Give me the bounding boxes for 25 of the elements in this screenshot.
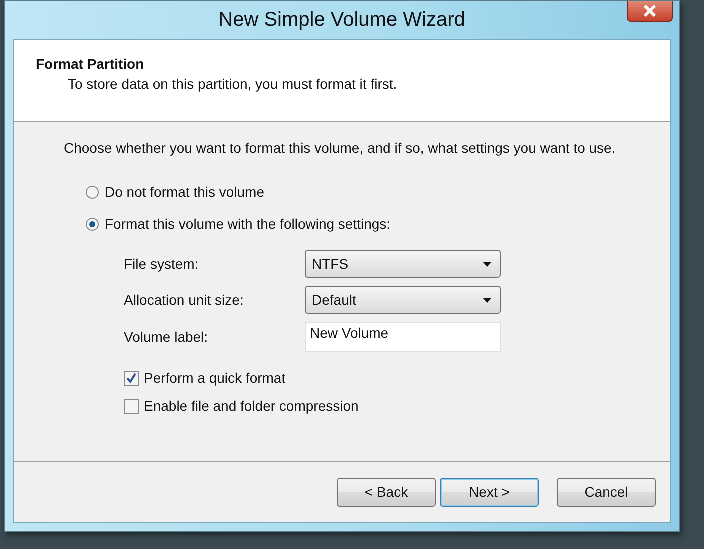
dropdown-arrow-icon	[483, 262, 492, 266]
radio-option[interactable]: Format this volume with the following settings:	[86, 216, 391, 232]
dropdown-arrow-icon	[483, 298, 492, 302]
wizard-button[interactable]: < Back	[337, 478, 436, 506]
window-title: New Simple Volume Wizard	[218, 8, 466, 32]
dropdown[interactable]: NTFS	[305, 250, 501, 278]
wizard-button[interactable]: Cancel	[557, 478, 656, 506]
checkbox-icon[interactable]	[124, 370, 139, 386]
radio-icon[interactable]	[86, 186, 99, 198]
page-subtitle: To store data on this partition, you must format it first.	[68, 76, 398, 92]
checkbox-option[interactable]: Perform a quick format	[124, 370, 286, 386]
field-label: Allocation unit size:	[124, 292, 245, 308]
close-icon	[643, 5, 657, 17]
radio-icon[interactable]	[86, 218, 99, 230]
checkbox-option[interactable]: Enable file and folder compression	[124, 398, 359, 414]
radio-option[interactable]: Do not format this volume	[86, 184, 265, 200]
field-label: Volume label:	[124, 329, 210, 345]
checkbox-icon[interactable]	[124, 398, 139, 414]
instruction-text: Choose whether you want to format this volume, and if so, what settings you want to use.	[64, 140, 617, 156]
close-button[interactable]	[627, 1, 673, 22]
wizard-button[interactable]: Next >	[440, 478, 539, 506]
input-field[interactable]: New Volume	[305, 322, 501, 352]
page-title: Format Partition	[36, 56, 146, 72]
dropdown[interactable]: Default	[305, 286, 501, 314]
field-label: File system:	[124, 256, 200, 272]
